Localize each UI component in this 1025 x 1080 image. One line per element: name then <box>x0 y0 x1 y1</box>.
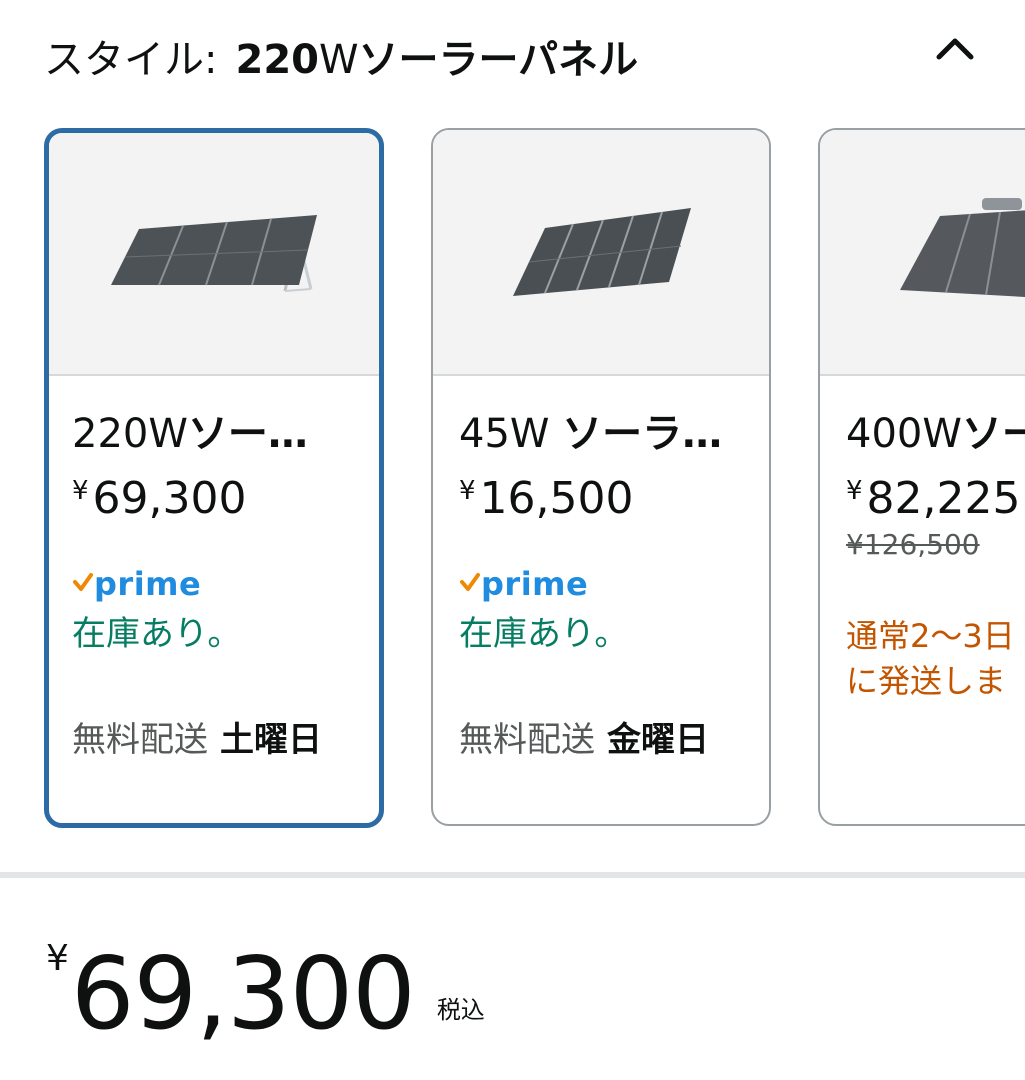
prime-badge: prime <box>459 564 588 604</box>
option-title: 400Wソー <box>846 410 1025 458</box>
option-title-capacity: 45W <box>459 411 563 457</box>
delivery-day: 金曜日 <box>607 720 709 760</box>
option-price: ¥16,500 <box>459 464 769 526</box>
currency-symbol: ¥ <box>46 938 69 979</box>
option-title: 45W ソーラ… <box>459 410 745 458</box>
style-option-card[interactable]: 220Wソー… ¥69,300 prime 在庫あり。 無料配送 土曜日 <box>44 128 384 828</box>
chevron-up-icon <box>933 33 977 67</box>
shipping-note-line: 通常2〜3日 <box>846 617 1015 655</box>
price-amount: 69,300 <box>70 935 416 1052</box>
buybox-price: ¥69,300 税込 <box>46 938 485 1049</box>
stock-status: 在庫あり。 <box>459 614 629 654</box>
shipping-note: 通常2〜3日 に発送しま <box>846 614 1025 704</box>
option-price-value: 69,300 <box>92 473 247 524</box>
product-image <box>433 130 769 376</box>
collapse-button[interactable] <box>920 20 990 80</box>
stock-status: 在庫あり。 <box>72 614 242 654</box>
option-title-name: ソー <box>961 411 1025 457</box>
option-title-name: ソー… <box>187 411 308 457</box>
option-title: 220Wソー… <box>72 410 358 458</box>
prime-badge: prime <box>72 564 201 604</box>
prime-label: prime <box>94 565 202 603</box>
option-price-value: 16,500 <box>479 473 634 524</box>
section-divider <box>0 872 1025 878</box>
selected-style-unit: W <box>318 37 359 83</box>
style-label: スタイル: <box>44 37 218 83</box>
style-selector-header: スタイル: 220Wソーラーパネル <box>44 30 638 90</box>
shipping-note-line: に発送しま <box>846 662 1007 700</box>
option-price-value: 82,225 <box>866 473 1021 524</box>
delivery-label: 無料配送 <box>459 720 595 760</box>
style-option-card[interactable]: 45W ソーラ… ¥16,500 prime 在庫あり。 無料配送 金曜日 <box>431 128 771 826</box>
prime-label: prime <box>481 565 589 603</box>
delivery-day: 土曜日 <box>220 720 322 760</box>
currency-symbol: ¥ <box>72 476 89 506</box>
option-title-capacity: 400W <box>846 411 962 457</box>
selected-style-number: 220 <box>235 37 319 83</box>
style-options-carousel[interactable]: 220Wソー… ¥69,300 prime 在庫あり。 無料配送 土曜日 45W… <box>0 128 1025 833</box>
style-option-card[interactable]: 400Wソー ¥82,225 ¥126,500 通常2〜3日 に発送しま <box>818 128 1025 826</box>
delivery-info: 無料配送 金曜日 <box>459 720 709 760</box>
option-price: ¥82,225 <box>846 464 1025 526</box>
product-image <box>49 133 379 376</box>
currency-symbol: ¥ <box>846 476 863 506</box>
option-title-name: ソーラ… <box>562 411 723 457</box>
currency-symbol: ¥ <box>459 476 476 506</box>
prime-check-icon <box>72 571 94 597</box>
delivery-info: 無料配送 土曜日 <box>72 720 322 760</box>
selected-style-name: ソーラーパネル <box>358 37 639 83</box>
product-image <box>820 130 1025 376</box>
option-price: ¥69,300 <box>72 464 379 526</box>
tax-included-label: 税込 <box>436 996 485 1024</box>
delivery-label: 無料配送 <box>72 720 208 760</box>
prime-check-icon <box>459 571 481 597</box>
list-price: ¥126,500 <box>846 528 980 561</box>
option-title-capacity: 220W <box>72 411 188 457</box>
